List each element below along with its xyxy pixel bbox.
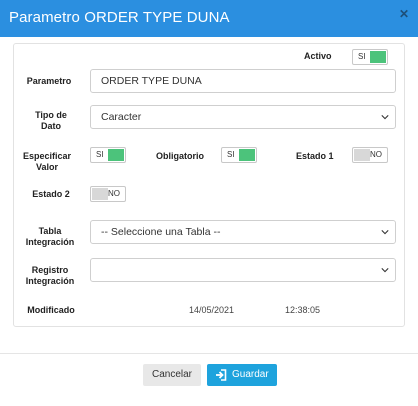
estado2-toggle-text: NO (108, 189, 120, 198)
especificar-valor-label-line1: Especificar (22, 151, 72, 161)
modal-header: Parametro ORDER TYPE DUNA ✕ (0, 0, 418, 37)
form-panel: Activo SI Parametro ORDER TYPE DUNA Tipo… (13, 43, 405, 327)
estado1-toggle[interactable]: NO (352, 147, 388, 163)
modal-title: Parametro ORDER TYPE DUNA (9, 9, 230, 26)
activo-toggle[interactable]: SI (352, 49, 388, 65)
tipo-dato-label: Tipo de Dato (24, 110, 78, 132)
chevron-down-icon (381, 115, 389, 120)
close-icon[interactable]: ✕ (397, 7, 411, 21)
obligatorio-toggle[interactable]: SI (221, 147, 257, 163)
registro-integracion-label: Registro Integración (18, 265, 82, 287)
toggle-knob (108, 149, 124, 161)
tabla-integracion-label-line1: Tabla (38, 226, 62, 236)
toggle-knob (354, 149, 370, 161)
especificar-valor-label-line2: Valor (35, 162, 58, 172)
sign-in-icon (216, 369, 227, 381)
toggle-knob (92, 188, 108, 200)
tipo-dato-select[interactable]: Caracter (90, 105, 396, 129)
save-button-label: Guardar (232, 369, 269, 380)
especificar-valor-toggle[interactable]: SI (90, 147, 126, 163)
tabla-integracion-select[interactable]: -- Seleccione una Tabla -- (90, 220, 396, 244)
modificado-label: Modificado (27, 305, 75, 315)
cancel-button[interactable]: Cancelar (143, 364, 201, 386)
especificar-valor-toggle-text: SI (96, 150, 104, 159)
estado1-label: Estado 1 (296, 151, 334, 161)
footer-divider (0, 353, 418, 354)
estado2-label: Estado 2 (32, 189, 70, 199)
especificar-valor-label: Especificar Valor (20, 151, 74, 173)
parametro-label: Parametro (26, 76, 72, 86)
registro-integracion-label-line1: Registro (31, 265, 69, 275)
parametro-input[interactable]: ORDER TYPE DUNA (90, 69, 396, 93)
chevron-down-icon (381, 230, 389, 235)
tabla-integracion-label: Tabla Integración (18, 226, 82, 248)
registro-integracion-select[interactable] (90, 258, 396, 282)
tabla-integracion-label-line2: Integración (25, 237, 75, 247)
obligatorio-toggle-text: SI (227, 150, 235, 159)
toggle-knob (370, 51, 386, 63)
toggle-knob (239, 149, 255, 161)
tipo-dato-label-line2: Dato (41, 121, 61, 131)
save-button[interactable]: Guardar (207, 364, 277, 386)
tipo-dato-selected: Caracter (101, 111, 142, 123)
chevron-down-icon (381, 268, 389, 273)
parameter-modal: Parametro ORDER TYPE DUNA ✕ Activo SI Pa… (0, 0, 418, 406)
obligatorio-label: Obligatorio (156, 151, 204, 161)
estado1-toggle-text: NO (370, 150, 382, 159)
activo-toggle-text: SI (358, 52, 366, 61)
activo-label: Activo (304, 51, 332, 61)
tabla-integracion-selected: -- Seleccione una Tabla -- (101, 226, 221, 238)
estado2-toggle[interactable]: NO (90, 186, 126, 202)
modified-time: 12:38:05 (285, 305, 321, 315)
modified-date: 14/05/2021 (189, 305, 235, 315)
registro-integracion-label-line2: Integración (25, 276, 75, 286)
tipo-dato-label-line1: Tipo de (35, 110, 67, 120)
